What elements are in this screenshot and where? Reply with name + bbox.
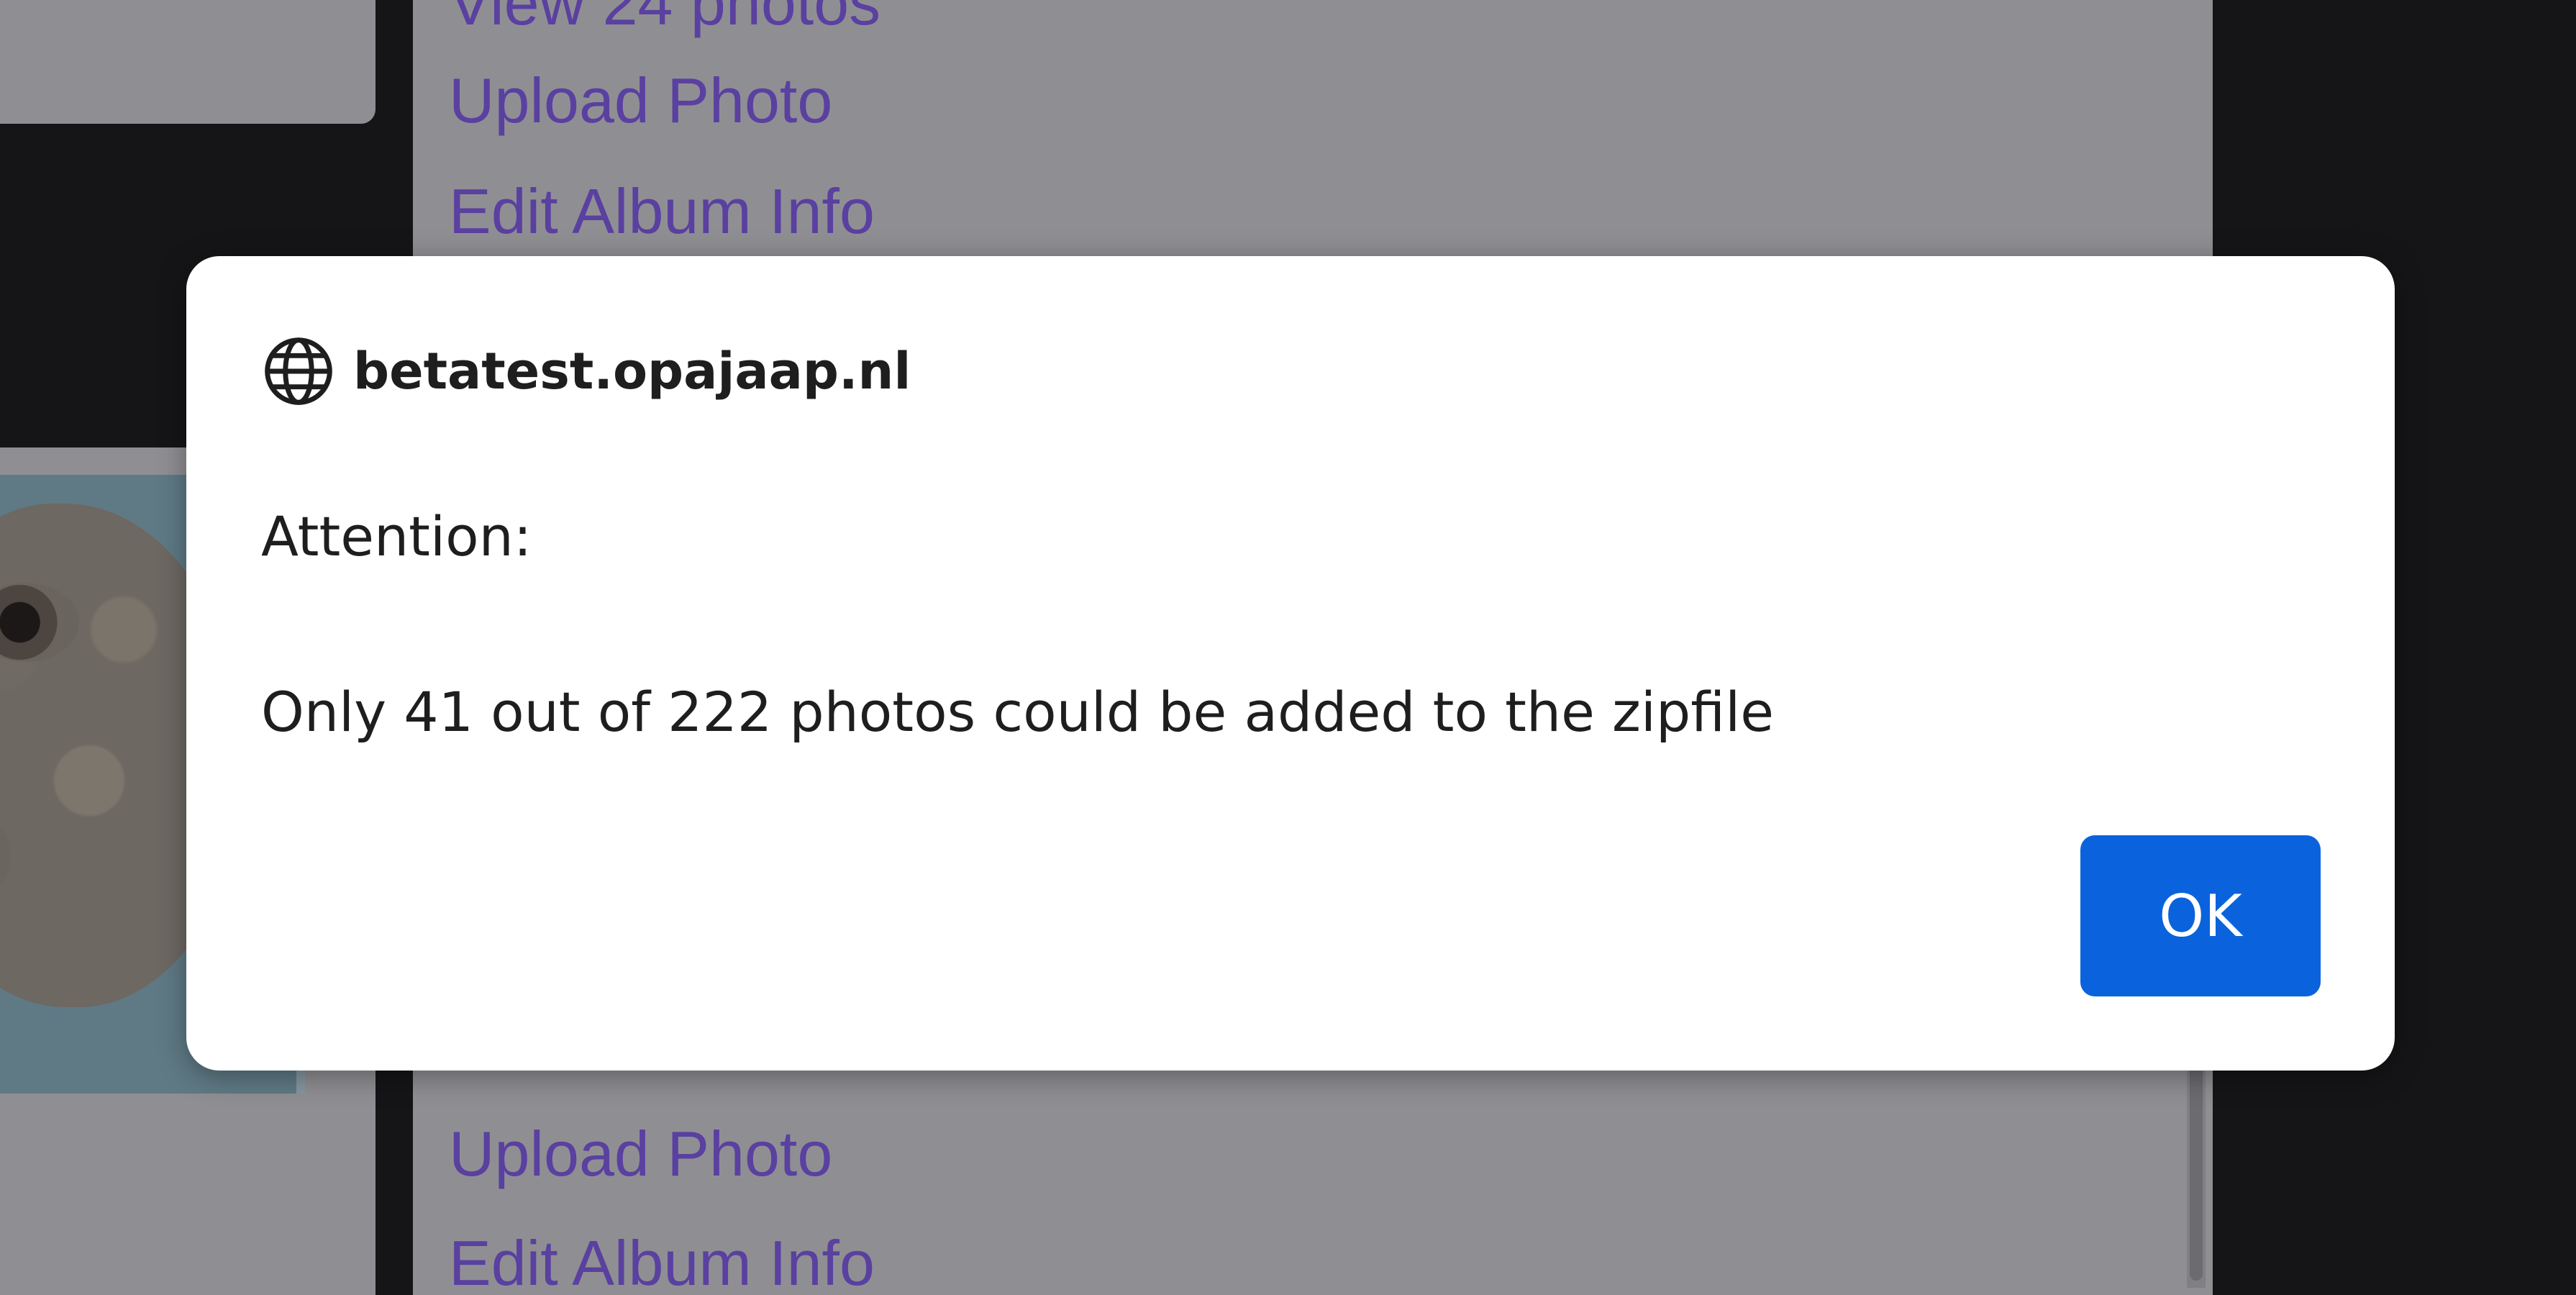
edit-album-info-link[interactable]: Edit Album Info [449,180,875,243]
upload-photo-link-2[interactable]: Upload Photo [449,1122,832,1186]
dialog-message-title: Attention: [261,504,532,568]
dialog-message-body: Only 41 out of 222 photos could be added… [261,680,1774,744]
album-card-bottom [0,1095,376,1295]
dialog-header: betatest.opajaap.nl [261,334,911,409]
globe-icon [265,337,332,405]
album-card [0,0,376,124]
browser-page: View 24 photos Upload Photo Edit Album I… [0,0,2576,1295]
edit-album-info-link-2[interactable]: Edit Album Info [449,1232,875,1295]
view-photos-link[interactable]: View 24 photos [449,0,880,35]
dialog-origin: betatest.opajaap.nl [353,342,911,401]
ok-button[interactable]: OK [2080,835,2321,996]
alert-dialog: betatest.opajaap.nl Attention: Only 41 o… [186,256,2395,1071]
upload-photo-link[interactable]: Upload Photo [449,69,832,132]
scrollbar-thumb[interactable] [2190,1065,2203,1281]
